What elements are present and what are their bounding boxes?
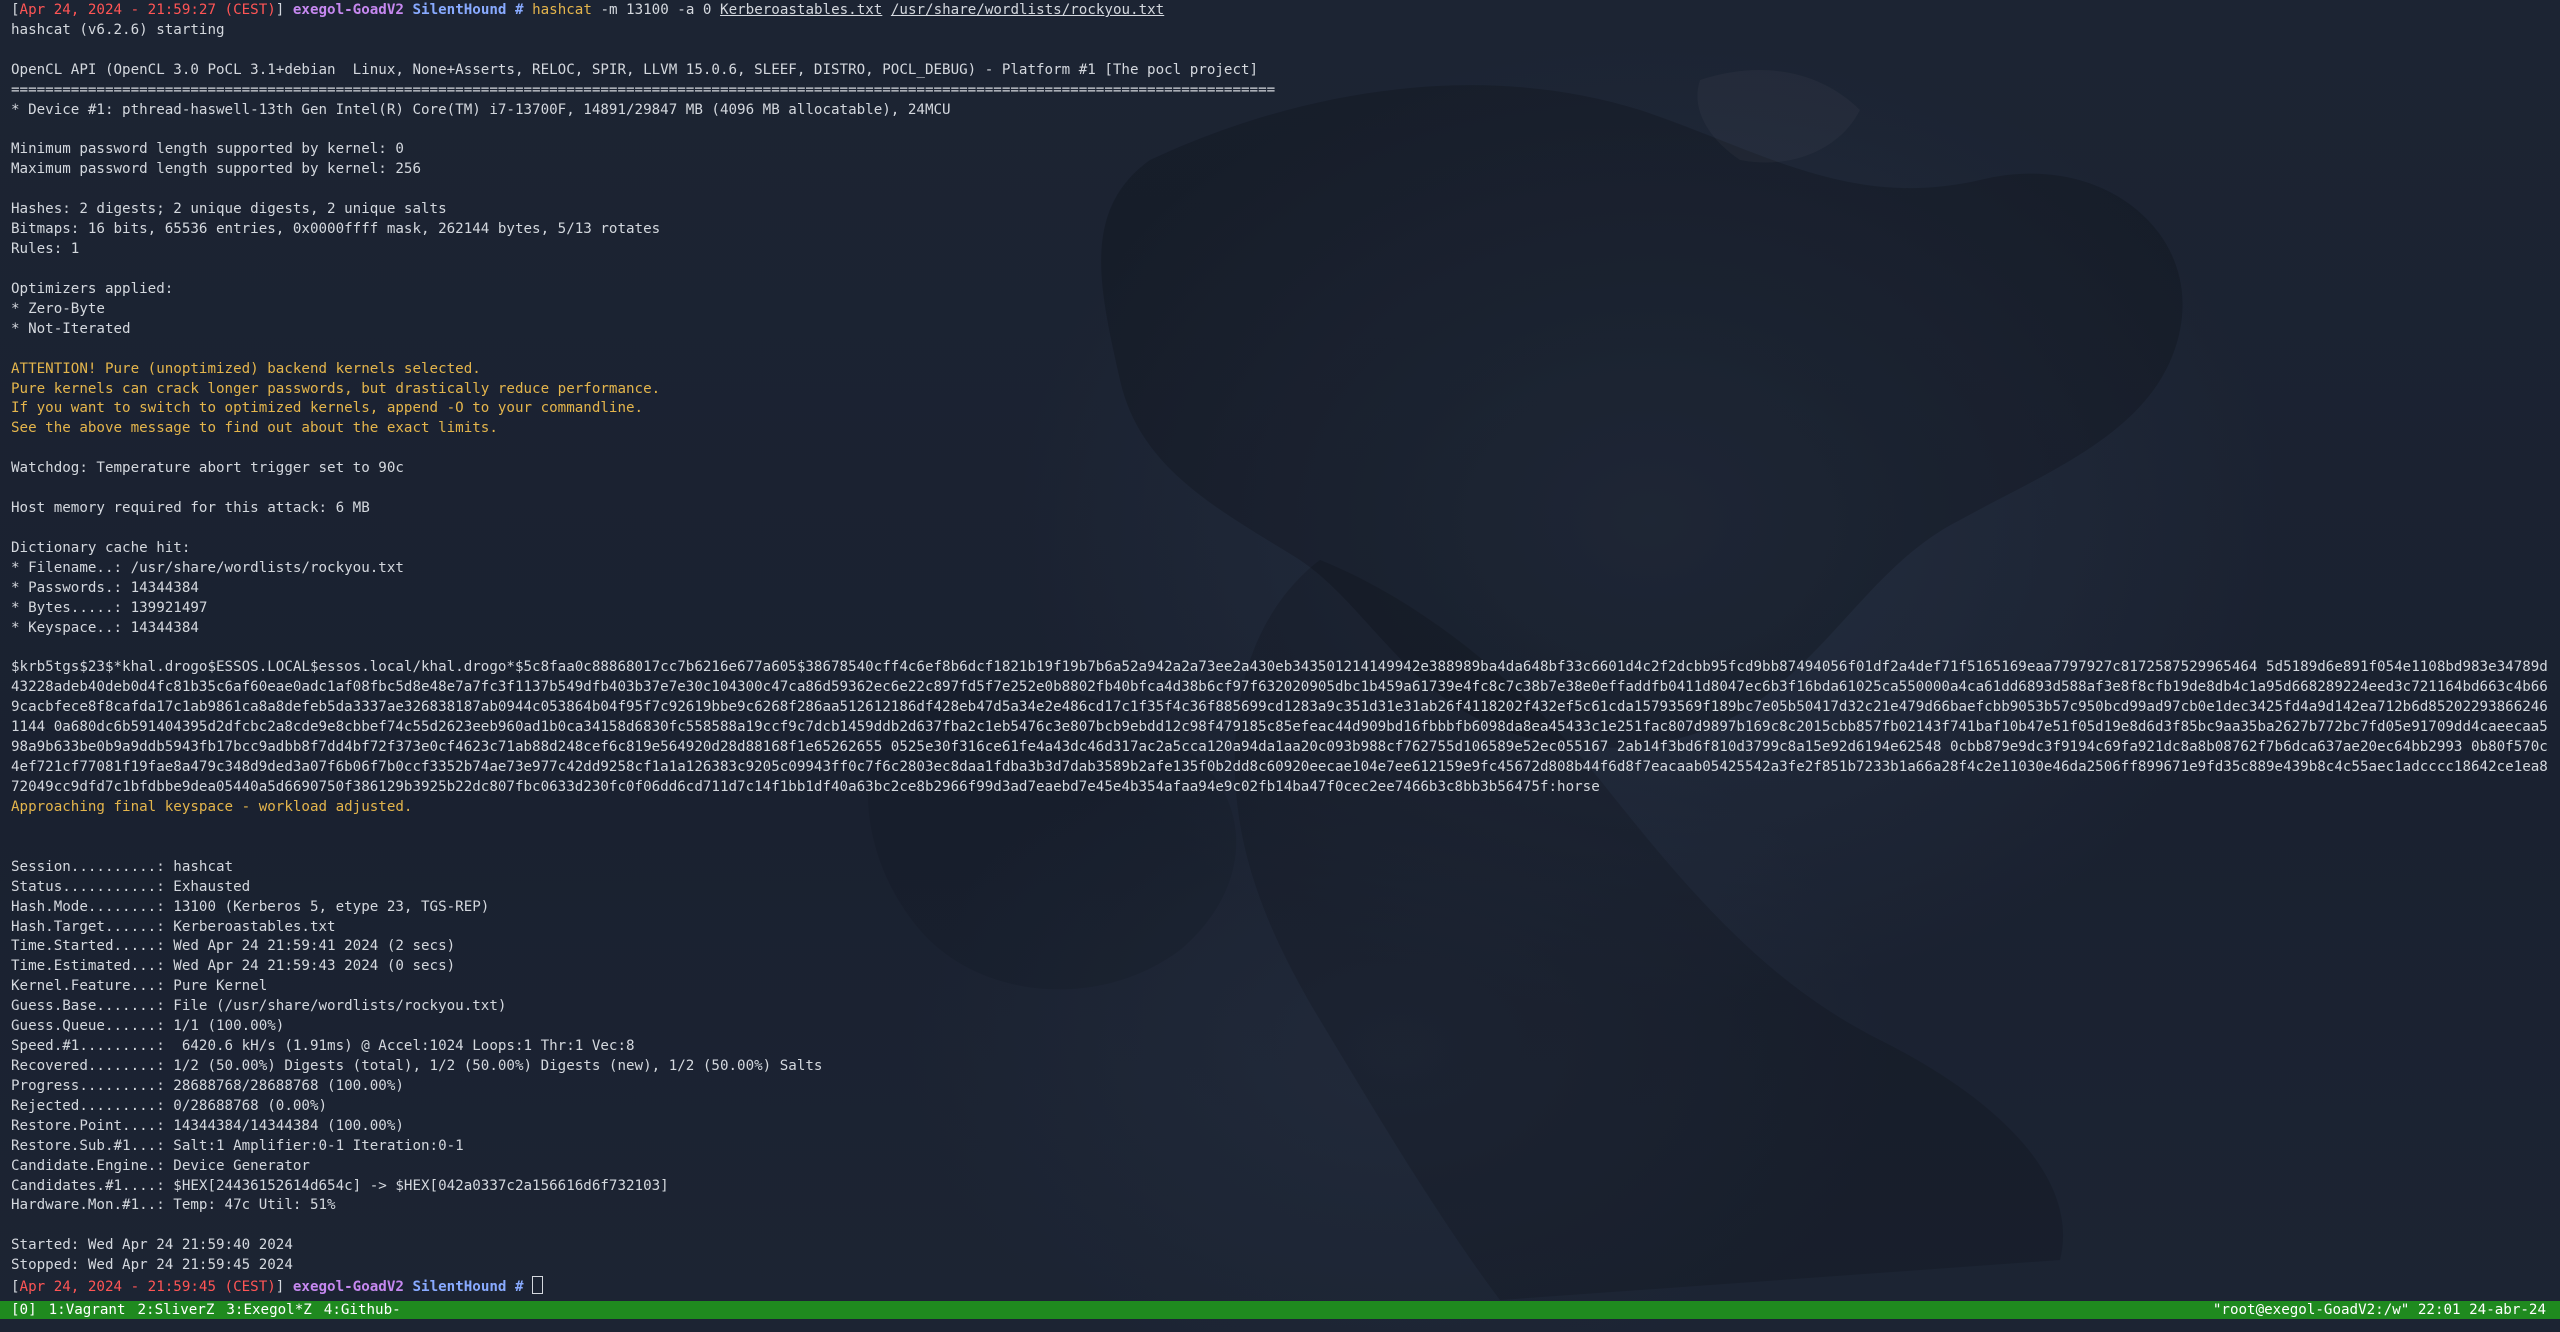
tmux-window-sliver[interactable]: 2:SliverZ — [138, 1302, 215, 1318]
status-restore-sub: Restore.Sub.#1...: Salt:1 Amplifier:0-1 … — [11, 1137, 464, 1154]
status-hash-mode: Hash.Mode........: 13100 (Kerberos 5, et… — [11, 898, 490, 915]
command-args: -m 13100 -a 0 — [600, 2, 712, 18]
status-hardware-mon: Hardware.Mon.#1..: Temp: 47c Util: 51% — [11, 1197, 336, 1214]
tmux-window-github[interactable]: 4:Github- — [324, 1302, 401, 1318]
prompt-line[interactable]: [Apr 24, 2024 - 21:59:45 (CEST)] exegol-… — [11, 1276, 2551, 1296]
status-speed: Speed.#1.........: 6420.6 kH/s (1.91ms) … — [11, 1038, 635, 1055]
output-line: hashcat (v6.2.6) starting — [11, 21, 225, 38]
output-line: * Bytes.....: 139921497 — [11, 599, 208, 616]
prompt-host: exegol-GoadV2 — [292, 2, 404, 18]
output-line: Host memory required for this attack: 6 … — [11, 500, 370, 517]
tmux-status-right: "root@exegol-GoadV2:/w" 22:01 24-abr-24 — [2212, 1302, 2546, 1318]
status-status: Status...........: Exhausted — [11, 878, 251, 895]
cracked-hash-output: $krb5tgs$23$*khal.drogo$ESSOS.LOCAL$esso… — [11, 659, 2548, 796]
status-candidates: Candidates.#1....: $HEX[24436152614d654c… — [11, 1177, 669, 1194]
terminal-output[interactable]: [Apr 24, 2024 - 21:59:27 (CEST)] exegol-… — [11, 1, 2551, 1299]
prompt-cwd: SilentHound — [412, 2, 507, 18]
tmux-window-exegol[interactable]: 3:Exegol*Z — [226, 1302, 311, 1318]
warning-line: Pure kernels can crack longer passwords,… — [11, 380, 661, 397]
status-restore-point: Restore.Point....: 14344384/14344384 (10… — [11, 1117, 404, 1134]
status-kernel-feature: Kernel.Feature...: Pure Kernel — [11, 978, 268, 995]
output-line: * Keyspace..: 14344384 — [11, 619, 199, 636]
status-hash-target: Hash.Target......: Kerberoastables.txt — [11, 918, 336, 935]
output-separator: ========================================… — [11, 81, 1276, 98]
output-line: * Passwords.: 14344384 — [11, 579, 199, 596]
output-line: OpenCL API (OpenCL 3.0 PoCL 3.1+debian L… — [11, 61, 1259, 78]
warning-line: If you want to switch to optimized kerne… — [11, 400, 644, 417]
status-time-started: Time.Started.....: Wed Apr 24 21:59:41 2… — [11, 938, 456, 955]
prompt-timestamp: Apr 24, 2024 - 21:59:27 (CEST) — [19, 2, 276, 18]
output-line: * Filename..: /usr/share/wordlists/rocky… — [11, 559, 404, 576]
output-line: Bitmaps: 16 bits, 65536 entries, 0x0000f… — [11, 221, 661, 238]
output-line: * Not-Iterated — [11, 320, 131, 337]
output-line: Hashes: 2 digests; 2 unique digests, 2 u… — [11, 201, 447, 218]
output-line: Minimum password length supported by ker… — [11, 141, 404, 158]
command-name: hashcat — [532, 2, 592, 18]
prompt-bracket: ] — [275, 2, 285, 18]
status-guess-queue: Guess.Queue......: 1/1 (100.00%) — [11, 1018, 285, 1035]
status-session: Session..........: hashcat — [11, 858, 234, 875]
output-stopped: Stopped: Wed Apr 24 21:59:45 2024 — [11, 1257, 293, 1274]
tmux-window-list: [0] 1:Vagrant 2:SliverZ 3:Exegol*Z 4:Github- — [11, 1301, 413, 1319]
prompt-bracket: [ — [11, 2, 20, 18]
warning-line: ATTENTION! Pure (unoptimized) backend ke… — [11, 360, 481, 377]
tmux-status-bar: [0] 1:Vagrant 2:SliverZ 3:Exegol*Z 4:Github-… — [0, 1301, 2560, 1319]
output-line: Rules: 1 — [11, 241, 80, 258]
prompt-cwd: SilentHound — [412, 1279, 507, 1296]
output-line: * Device #1: pthread-haswell-13th Gen In… — [11, 101, 951, 118]
prompt-symbol: # — [515, 2, 524, 18]
output-started: Started: Wed Apr 24 21:59:40 2024 — [11, 1237, 293, 1254]
prompt-bracket: [ — [11, 1279, 20, 1296]
status-progress: Progress.........: 28688768/28688768 (10… — [11, 1077, 404, 1094]
tmux-session-index: [0] — [11, 1302, 37, 1318]
command-hashfile: Kerberoastables.txt — [720, 2, 883, 18]
output-line: * Zero-Byte — [11, 300, 105, 317]
prompt-line: [Apr 24, 2024 - 21:59:27 (CEST)] exegol-… — [11, 1, 2551, 21]
prompt-host: exegol-GoadV2 — [292, 1279, 404, 1296]
prompt-bracket: ] — [275, 1279, 285, 1296]
status-rejected: Rejected.........: 0/28688768 (0.00%) — [11, 1097, 328, 1114]
status-recovered: Recovered........: 1/2 (50.00%) Digests … — [11, 1057, 823, 1074]
tmux-window-vagrant[interactable]: 1:Vagrant — [49, 1302, 126, 1318]
output-line: Watchdog: Temperature abort trigger set … — [11, 460, 404, 477]
prompt-timestamp: Apr 24, 2024 - 21:59:45 (CEST) — [19, 1279, 276, 1296]
output-line: Maximum password length supported by ker… — [11, 161, 421, 178]
status-candidate-engine: Candidate.Engine.: Device Generator — [11, 1157, 310, 1174]
terminal-cursor[interactable] — [532, 1276, 544, 1295]
status-time-estimated: Time.Estimated...: Wed Apr 24 21:59:43 2… — [11, 958, 456, 975]
warning-line: See the above message to find out about … — [11, 420, 498, 437]
command-wordlist: /usr/share/wordlists/rockyou.txt — [890, 2, 1165, 18]
output-line: Optimizers applied: — [11, 280, 174, 297]
status-guess-base: Guess.Base.......: File (/usr/share/word… — [11, 998, 507, 1015]
warning-line: Approaching final keyspace - workload ad… — [11, 798, 413, 815]
output-line: Dictionary cache hit: — [11, 539, 191, 556]
prompt-symbol: # — [515, 1279, 524, 1296]
